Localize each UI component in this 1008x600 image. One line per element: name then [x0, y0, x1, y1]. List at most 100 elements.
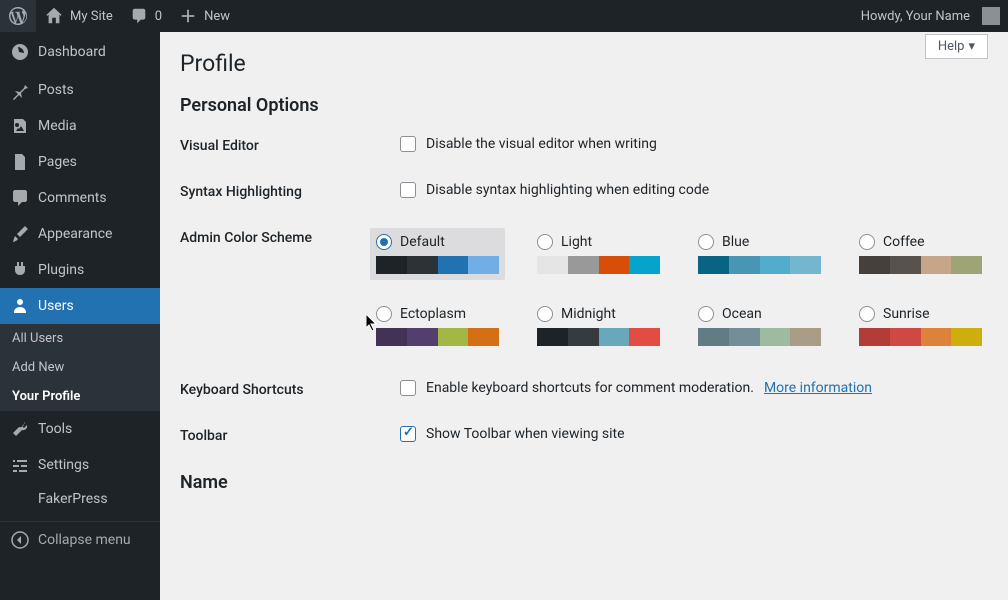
page-icon [10, 152, 30, 172]
sidebar-item-pages[interactable]: Pages [0, 144, 160, 180]
wp-logo[interactable] [0, 0, 36, 32]
admin-bar: My Site 0 New Howdy, Your Name [0, 0, 1008, 32]
media-icon [10, 116, 30, 136]
visual-editor-field: Disable the visual editor when writing [400, 136, 988, 152]
site-link[interactable]: My Site [36, 0, 121, 32]
row-shortcuts: Keyboard Shortcuts Enable keyboard short… [180, 380, 988, 398]
scheme-radio[interactable] [376, 306, 392, 322]
sidebar-item-dashboard[interactable]: Dashboard [0, 32, 160, 72]
swatch [890, 256, 921, 274]
swatch [376, 328, 407, 346]
scheme-option-ocean[interactable]: Ocean [692, 300, 827, 352]
swatch [921, 256, 952, 274]
scheme-name: Default [400, 234, 445, 250]
plugin-icon [10, 260, 30, 280]
howdy-text: Howdy, Your Name [861, 9, 970, 24]
sidebar-item-tools[interactable]: Tools [0, 411, 160, 447]
new-link[interactable]: New [170, 0, 238, 32]
scheme-option-default[interactable]: Default [370, 228, 505, 280]
swatch [790, 328, 821, 346]
scheme-option-coffee[interactable]: Coffee [853, 228, 988, 280]
swatch [599, 328, 630, 346]
sidebar-item-fakerpress[interactable]: FakerPress [0, 483, 160, 515]
scheme-radio[interactable] [537, 234, 553, 250]
swatch [698, 328, 729, 346]
admin-bar-left: My Site 0 New [0, 0, 238, 32]
sidebar-item-users[interactable]: Users [0, 288, 160, 324]
collapse-menu[interactable]: Collapse menu [0, 521, 160, 558]
swatch [438, 256, 469, 274]
scheme-swatches [859, 256, 982, 274]
scheme-radio[interactable] [698, 306, 714, 322]
wordpress-icon [8, 6, 28, 26]
users-submenu: All Users Add New Your Profile [0, 324, 160, 411]
sidebar-item-label: Comments [38, 190, 107, 206]
scheme-option-sunrise[interactable]: Sunrise [853, 300, 988, 352]
swatch [407, 328, 438, 346]
scheme-option-light[interactable]: Light [531, 228, 666, 280]
plus-icon [178, 6, 198, 26]
chevron-down-icon: ▾ [968, 39, 975, 54]
swatch [537, 256, 568, 274]
comment-icon [129, 6, 149, 26]
sidebar-item-settings[interactable]: Settings [0, 447, 160, 483]
sidebar-item-comments[interactable]: Comments [0, 180, 160, 216]
swatch [629, 328, 660, 346]
scheme-option-blue[interactable]: Blue [692, 228, 827, 280]
help-label: Help [938, 39, 965, 54]
scheme-name: Sunrise [883, 306, 930, 322]
sidebar-item-appearance[interactable]: Appearance [0, 216, 160, 252]
site-name: My Site [70, 9, 113, 24]
toolbar-checkbox[interactable] [400, 426, 416, 442]
sidebar-item-label: Posts [38, 82, 74, 98]
color-scheme-label: Admin Color Scheme [180, 228, 370, 246]
sidebar-item-label: Tools [38, 421, 72, 437]
row-visual-editor: Visual Editor Disable the visual editor … [180, 136, 988, 154]
sidebar-item-posts[interactable]: Posts [0, 72, 160, 108]
swatch [921, 328, 952, 346]
swatch [760, 256, 791, 274]
scheme-swatches [698, 328, 821, 346]
submenu-all-users[interactable]: All Users [0, 324, 160, 353]
scheme-option-ectoplasm[interactable]: Ectoplasm [370, 300, 505, 352]
swatch [468, 256, 499, 274]
settings-icon [10, 455, 30, 475]
visual-editor-checkbox[interactable] [400, 136, 416, 152]
scheme-radio[interactable] [537, 306, 553, 322]
sidebar-item-label: FakerPress [38, 491, 108, 507]
sidebar-item-media[interactable]: Media [0, 108, 160, 144]
scheme-radio[interactable] [859, 234, 875, 250]
syntax-checkbox[interactable] [400, 182, 416, 198]
scheme-swatches [376, 328, 499, 346]
shortcuts-more-info-link[interactable]: More information [764, 380, 872, 396]
sidebar-item-label: Dashboard [38, 44, 106, 60]
scheme-name: Ocean [722, 306, 762, 322]
submenu-add-new[interactable]: Add New [0, 353, 160, 382]
swatch [407, 256, 438, 274]
swatch [859, 256, 890, 274]
swatch [698, 256, 729, 274]
scheme-option-midnight[interactable]: Midnight [531, 300, 666, 352]
swatch [951, 256, 982, 274]
swatch [568, 328, 599, 346]
scheme-swatches [537, 328, 660, 346]
scheme-grid: Default Light Blue Coffee Ectoplasm [370, 228, 988, 352]
row-syntax: Syntax Highlighting Disable syntax highl… [180, 182, 988, 200]
submenu-your-profile[interactable]: Your Profile [0, 382, 160, 411]
user-menu[interactable]: Howdy, Your Name [853, 0, 1008, 32]
swatch [760, 328, 791, 346]
section-name: Name [180, 472, 988, 493]
scheme-radio[interactable] [698, 234, 714, 250]
toolbar-field: Show Toolbar when viewing site [400, 426, 988, 442]
scheme-name: Blue [722, 234, 749, 250]
scheme-radio[interactable] [376, 234, 392, 250]
shortcuts-checkbox[interactable] [400, 380, 416, 396]
sidebar-item-plugins[interactable]: Plugins [0, 252, 160, 288]
comments-link[interactable]: 0 [121, 0, 170, 32]
scheme-swatches [859, 328, 982, 346]
shortcuts-label: Keyboard Shortcuts [180, 380, 400, 398]
brush-icon [10, 224, 30, 244]
swatch [729, 328, 760, 346]
help-button[interactable]: Help ▾ [925, 34, 988, 59]
scheme-radio[interactable] [859, 306, 875, 322]
